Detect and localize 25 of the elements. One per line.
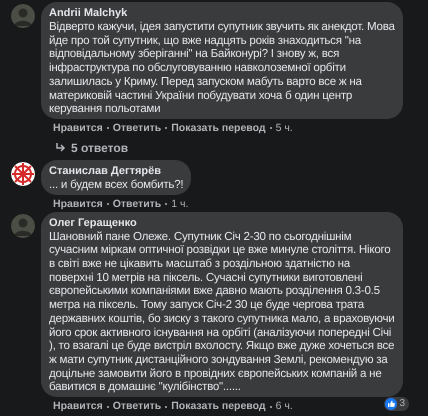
avatar-icon[interactable]: [11, 214, 35, 238]
avatar-icon[interactable]: [11, 4, 35, 28]
comment-action-link[interactable]: Ответить: [112, 198, 162, 211]
comment-time[interactable]: 1 ч.: [171, 198, 188, 211]
comment-text: Відверто кажучи, ідея запустити супутник звучить як анекдот. Мова йде про той супутник, що вже надцять років знаходиться "на відповідальному зберіганні" на Байконурі? І знову ж, вся інфраструктура по обслуговуванню навколоземної орбіти залишилась у Криму. Перед запуском мабуть варто все ж на материковій частині України побудувати хоча б один центр керування польотами: [49, 20, 395, 116]
comment-action-link[interactable]: Показать перевод: [171, 122, 266, 135]
author-name[interactable]: Станислав Дегтярёв: [49, 164, 184, 178]
comment-time[interactable]: 5 ч.: [276, 122, 293, 135]
like-count: 3: [399, 398, 405, 410]
comment-action-link[interactable]: Ответить: [112, 400, 162, 414]
comment-action-link[interactable]: Показать перевод: [171, 400, 266, 414]
author-name[interactable]: Andrii Malchyk: [49, 7, 395, 20]
comment-action-link[interactable]: Нравится: [53, 198, 103, 211]
thumbs-up-icon: [385, 398, 398, 410]
comment-time[interactable]: 6 ч.: [276, 400, 293, 414]
comment-text: ... и будем всех бомбить?!: [49, 178, 184, 192]
comment-action-link[interactable]: Ответить: [112, 122, 162, 135]
comment-action-link[interactable]: Нравится: [53, 400, 103, 414]
author-name[interactable]: Олег Геращенко: [49, 216, 395, 230]
emblem-avatar-icon[interactable]: [11, 162, 35, 186]
comment-text: Шановний пане Олеже. Супутник Січ 2-30 по сьогоднішнім сучасним міркам оптичної розвідки це вже минуле століття. Нікого в світі вже не цікавить масштаб з роздільною здатністю на поверхні 10 метрів на піксель. Сучасні супутники виготовлені європейськими компаніями вже давно мають розділення 0.3-0.5 метра на піксель. Тому запуск Січ-2 30 це буде чергова трата державних коштів, бо зиску з такого супутника мало, а враховуючи його срок активного існування на орбіті (аналізуючи попередні Січі ), то взагалі це буде вистріл вхолосту. Якщо вже дуже хочеться все ж мати супутник дистанційного зондування Землі, рекомендую за доцільне замовити його в провідних європейських компаній а не бавитися в домашнє "кулібінство"......: [49, 230, 395, 394]
replies-link[interactable]: 5 ответов: [55, 138, 128, 157]
comment-action-link[interactable]: Нравится: [53, 122, 103, 135]
reaction-count[interactable]: 3: [384, 397, 409, 412]
reply-arrow-icon: [55, 142, 66, 153]
